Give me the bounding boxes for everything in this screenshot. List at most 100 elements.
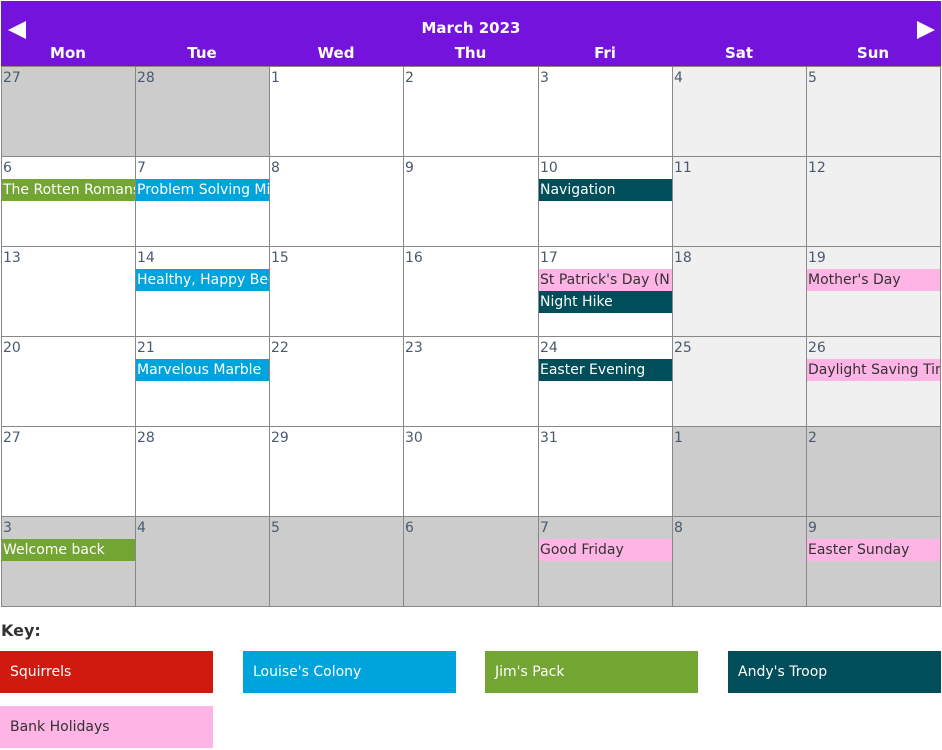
day-number: 31 [540,430,558,446]
weekday-header: Mon [50,44,86,62]
day-cell[interactable]: 15 [269,246,404,337]
weekday-header: Sat [724,44,754,62]
next-month-triangle-right-icon[interactable] [917,21,935,39]
calendar-event[interactable]: Easter Sunday [807,539,940,561]
calendar-event[interactable]: Problem Solving Mission [136,179,269,201]
calendar-header: March 2023 Mon Tue Wed Thu Fri Sat Sun [1,1,941,66]
day-number: 4 [674,70,683,86]
key-title: Key: [1,621,41,640]
day-number: 10 [540,160,558,176]
day-cell[interactable]: 11 [672,156,807,247]
day-number: 2 [808,430,817,446]
day-cell[interactable]: 1 [269,66,404,157]
calendar-event[interactable]: Welcome back [2,539,135,561]
calendar-event[interactable]: Night Hike [539,291,672,313]
day-cell[interactable]: 3 Welcome back [1,516,136,607]
day-cell[interactable]: 28 [135,426,270,517]
day-cell[interactable]: 31 [538,426,673,517]
day-cell[interactable]: 14 Healthy, Happy Bees [135,246,270,337]
calendar-event[interactable]: Healthy, Happy Bees [136,269,269,291]
day-cell[interactable]: 10 Navigation [538,156,673,247]
day-number: 7 [137,160,146,176]
day-cell[interactable]: 5 [806,66,941,157]
day-cell[interactable]: 24 Easter Evening [538,336,673,427]
day-cell[interactable]: 18 [672,246,807,337]
day-number: 8 [674,520,683,536]
weekday-header: Fri [594,44,616,62]
day-number: 6 [405,520,414,536]
day-cell[interactable]: 2 [806,426,941,517]
calendar-event[interactable]: Daylight Saving Time [807,359,940,381]
calendar-event[interactable]: Navigation [539,179,672,201]
weekday-header: Tue [187,44,217,62]
day-number: 21 [137,340,155,356]
day-number: 7 [540,520,549,536]
day-number: 8 [271,160,280,176]
day-number: 16 [405,250,423,266]
day-number: 4 [137,520,146,536]
day-number: 13 [3,250,21,266]
day-cell[interactable]: 27 [1,426,136,517]
day-cell[interactable]: 28 [135,66,270,157]
day-number: 27 [3,430,21,446]
day-cell[interactable]: 1 [672,426,807,517]
day-number: 3 [540,70,549,86]
day-cell[interactable]: 16 [403,246,539,337]
calendar-event[interactable]: Good Friday [539,539,672,561]
day-number: 1 [674,430,683,446]
day-cell[interactable]: 9 [403,156,539,247]
key-item-squirrels: Squirrels [0,651,213,693]
day-cell[interactable]: 6 The Rotten Romans [1,156,136,247]
day-cell[interactable]: 29 [269,426,404,517]
day-cell[interactable]: 21 Marvelous Marble [135,336,270,427]
calendar-event[interactable]: The Rotten Romans [2,179,135,201]
day-cell[interactable]: 25 [672,336,807,427]
day-number: 24 [540,340,558,356]
day-number: 2 [405,70,414,86]
day-cell[interactable]: 3 [538,66,673,157]
day-number: 26 [808,340,826,356]
weekday-header: Thu [454,44,487,62]
day-cell[interactable]: 23 [403,336,539,427]
day-number: 9 [405,160,414,176]
day-cell[interactable]: 4 [135,516,270,607]
day-number: 27 [3,70,21,86]
day-number: 5 [808,70,817,86]
calendar-event[interactable]: Marvelous Marble [136,359,269,381]
calendar-event[interactable]: Mother's Day [807,269,940,291]
day-number: 28 [137,70,155,86]
calendar-event[interactable]: St Patrick's Day (N [539,269,672,291]
day-cell[interactable]: 20 [1,336,136,427]
key-item-bank: Bank Holidays [0,706,213,748]
day-cell[interactable]: 6 [403,516,539,607]
day-number: 15 [271,250,289,266]
day-cell[interactable]: 9 Easter Sunday [806,516,941,607]
day-number: 1 [271,70,280,86]
day-cell[interactable]: 5 [269,516,404,607]
day-cell[interactable]: 13 [1,246,136,337]
key-item-louise: Louise's Colony [243,651,456,693]
day-cell[interactable]: 17 St Patrick's Day (N Night Hike [538,246,673,337]
calendar-event[interactable]: Easter Evening [539,359,672,381]
key-item-andy: Andy's Troop [728,651,941,693]
day-number: 9 [808,520,817,536]
day-number: 14 [137,250,155,266]
day-number: 19 [808,250,826,266]
day-number: 30 [405,430,423,446]
day-number: 22 [271,340,289,356]
day-cell[interactable]: 2 [403,66,539,157]
day-cell[interactable]: 8 [269,156,404,247]
day-cell[interactable]: 8 [672,516,807,607]
day-cell[interactable]: 22 [269,336,404,427]
day-cell[interactable]: 30 [403,426,539,517]
day-cell[interactable]: 26 Daylight Saving Time [806,336,941,427]
day-number: 25 [674,340,692,356]
day-number: 3 [3,520,12,536]
day-cell[interactable]: 19 Mother's Day [806,246,941,337]
day-cell[interactable]: 4 [672,66,807,157]
day-number: 11 [674,160,692,176]
day-cell[interactable]: 7 Problem Solving Mission [135,156,270,247]
day-cell[interactable]: 12 [806,156,941,247]
day-cell[interactable]: 7 Good Friday [538,516,673,607]
day-cell[interactable]: 27 [1,66,136,157]
